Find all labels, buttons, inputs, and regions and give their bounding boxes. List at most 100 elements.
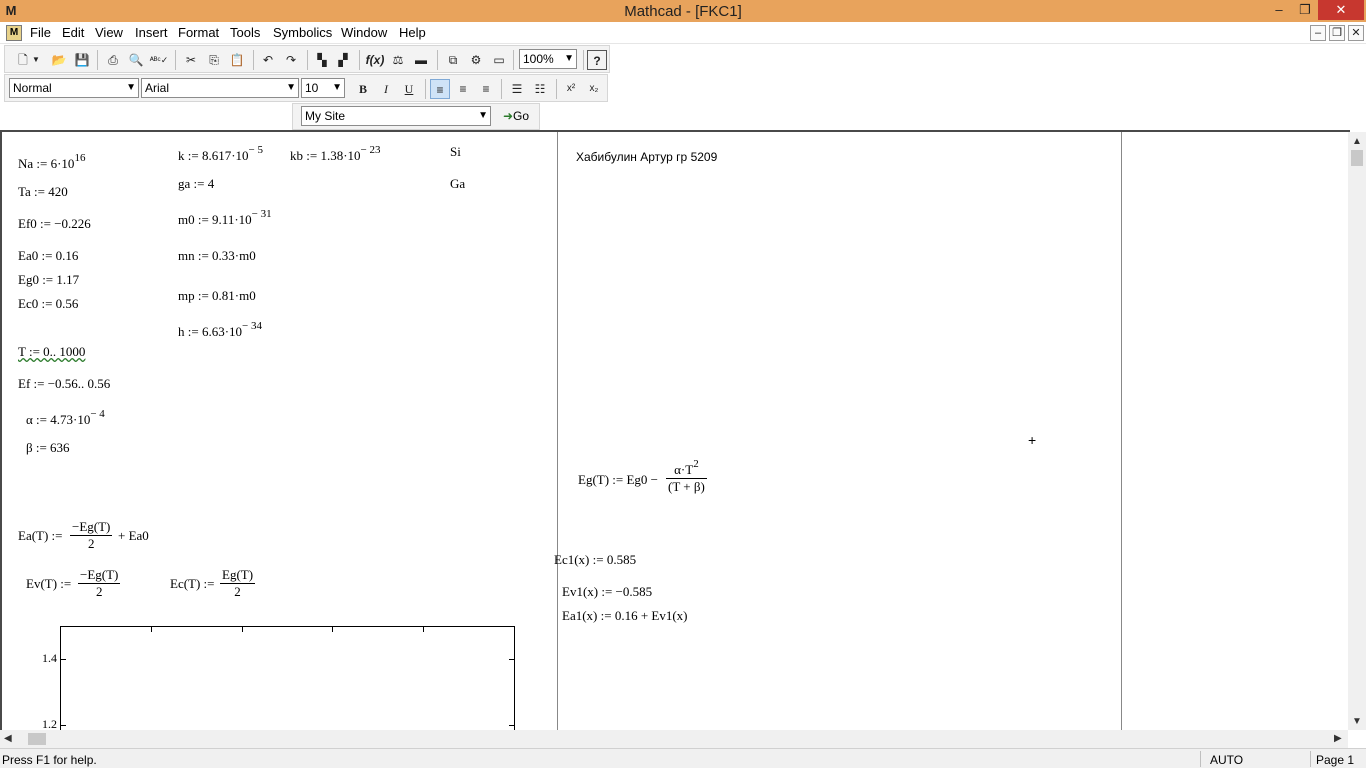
vertical-scroll-thumb[interactable] xyxy=(1351,150,1363,166)
math-ev-fraction[interactable]: −Eg(T) 2 xyxy=(78,567,121,600)
math-ea1[interactable]: Ea1(x) := 0.16 + Ev1(x) xyxy=(562,608,688,624)
menu-window[interactable]: Window xyxy=(341,25,387,40)
paste-icon[interactable]: 📋 xyxy=(227,50,247,70)
align-down-icon[interactable]: ▞ xyxy=(333,50,353,70)
minimize-button[interactable]: – xyxy=(1266,0,1292,20)
math-ec0[interactable]: Ec0 := 0.56 xyxy=(18,296,78,312)
doc-close-button[interactable]: ✕ xyxy=(1348,25,1364,41)
math-m0[interactable]: m0 := 9.11·10− 31 xyxy=(178,208,272,228)
text-si[interactable]: Si xyxy=(450,144,461,160)
math-ea-lhs[interactable]: Ea(T) := xyxy=(18,528,63,544)
doc-restore-button[interactable]: ❐ xyxy=(1329,25,1345,41)
math-ta[interactable]: Ta := 420 xyxy=(18,184,68,200)
cut-icon[interactable]: ✂ xyxy=(181,50,201,70)
copy-icon[interactable]: ⎘ xyxy=(204,50,224,70)
open-folder-icon[interactable]: 📂 xyxy=(49,50,69,70)
underline-button[interactable]: U xyxy=(399,79,419,99)
menu-format[interactable]: Format xyxy=(178,25,219,40)
bullets-icon[interactable]: ☰ xyxy=(507,79,527,99)
go-button[interactable]: ➜Go xyxy=(499,106,533,126)
math-ev1[interactable]: Ev1(x) := −0.585 xyxy=(562,584,652,600)
font-select[interactable]: Arial ▼ xyxy=(141,78,299,98)
math-k[interactable]: k := 8.617·10− 5 xyxy=(178,144,263,164)
resource-center-icon[interactable]: ⚙ xyxy=(466,50,486,70)
new-dropdown-icon[interactable]: ▼ xyxy=(31,50,41,70)
menu-tools[interactable]: Tools xyxy=(230,25,260,40)
math-eg-num-text: α·T xyxy=(674,462,694,477)
horizontal-scroll-thumb[interactable] xyxy=(28,733,46,745)
menu-insert[interactable]: Insert xyxy=(135,25,168,40)
math-t-range[interactable]: T := 0.. 1000 xyxy=(18,344,85,360)
worksheet[interactable]: Na := 6·1016 Ta := 420 Ef0 := −0.226 Ea0… xyxy=(0,130,1350,730)
math-ef-range[interactable]: Ef := −0.56.. 0.56 xyxy=(18,376,110,392)
math-mp[interactable]: mp := 0.81·m0 xyxy=(178,288,256,304)
close-button[interactable]: ✕ xyxy=(1318,0,1364,20)
new-document-icon[interactable]: 🗋 xyxy=(13,50,33,70)
font-size-select[interactable]: 10 ▼ xyxy=(301,78,345,98)
math-eg0[interactable]: Eg0 := 1.17 xyxy=(18,272,79,288)
x-tick xyxy=(423,627,424,632)
horizontal-scrollbar[interactable]: ◀ ▶ xyxy=(0,730,1348,748)
bold-button[interactable]: B xyxy=(353,79,373,99)
math-ec1[interactable]: Ec1(x) := 0.585 xyxy=(554,552,636,568)
xy-plot[interactable] xyxy=(60,626,515,730)
align-across-icon[interactable]: ▚ xyxy=(312,50,332,70)
math-mn[interactable]: mn := 0.33·m0 xyxy=(178,248,256,264)
insert-function-icon[interactable]: f(x) xyxy=(365,50,385,70)
scroll-down-icon[interactable]: ▼ xyxy=(1352,716,1362,727)
component-icon[interactable]: ⧉ xyxy=(443,50,463,70)
vertical-scrollbar[interactable]: ▲ ▼ xyxy=(1348,132,1366,730)
author-text[interactable]: Хабибулин Артур гр 5209 xyxy=(576,150,717,164)
x-tick xyxy=(151,627,152,632)
math-na[interactable]: Na := 6·1016 xyxy=(18,152,85,172)
help-icon[interactable]: ? xyxy=(587,50,607,70)
restore-button[interactable]: ❐ xyxy=(1292,0,1318,20)
math-ea-tail[interactable]: + Ea0 xyxy=(118,528,149,544)
subscript-button[interactable]: x₂ xyxy=(584,79,604,99)
menu-view[interactable]: View xyxy=(95,25,123,40)
align-left-icon[interactable]: ≡ xyxy=(430,79,450,99)
document-icon[interactable]: M xyxy=(6,25,22,41)
site-select[interactable]: My Site ▼ xyxy=(301,106,491,126)
scroll-up-icon[interactable]: ▲ xyxy=(1352,136,1362,147)
math-ef0[interactable]: Ef0 := −0.226 xyxy=(18,216,91,232)
align-right-icon[interactable]: ≡ xyxy=(476,79,496,99)
style-select[interactable]: Normal ▼ xyxy=(9,78,139,98)
toolbar-separator xyxy=(556,79,557,99)
math-eg-lhs[interactable]: Eg(T) := Eg0 − xyxy=(578,472,658,488)
menu-symbolics[interactable]: Symbolics xyxy=(273,25,332,40)
math-ea0[interactable]: Ea0 := 0.16 xyxy=(18,248,78,264)
math-kb[interactable]: kb := 1.38·10− 23 xyxy=(290,144,381,164)
italic-button[interactable]: I xyxy=(376,79,396,99)
menu-help[interactable]: Help xyxy=(399,25,426,40)
print-icon[interactable]: ⎙ xyxy=(103,50,123,70)
window-icon[interactable]: ▭ xyxy=(489,50,509,70)
math-ev-lhs[interactable]: Ev(T) := xyxy=(26,576,71,592)
math-ea-fraction[interactable]: −Eg(T) 2 xyxy=(70,519,113,552)
math-beta[interactable]: β := 636 xyxy=(26,440,70,456)
text-ga[interactable]: Ga xyxy=(450,176,465,192)
spellcheck-icon[interactable]: ᴬᴮᶜ✓ xyxy=(149,50,169,70)
scroll-right-icon[interactable]: ▶ xyxy=(1334,733,1342,744)
math-ga[interactable]: ga := 4 xyxy=(178,176,214,192)
scroll-left-icon[interactable]: ◀ xyxy=(4,733,12,744)
doc-minimize-button[interactable]: – xyxy=(1310,25,1326,41)
superscript-button[interactable]: x² xyxy=(561,79,581,99)
print-preview-icon[interactable]: 🔍 xyxy=(126,50,146,70)
undo-icon[interactable]: ↶ xyxy=(258,50,278,70)
math-ec-fraction[interactable]: Eg(T) 2 xyxy=(220,567,256,600)
zoom-select[interactable]: 100% ▼ xyxy=(519,49,577,69)
numbering-icon[interactable]: ☷ xyxy=(530,79,550,99)
calculate-icon[interactable]: ▬ xyxy=(411,50,431,70)
save-icon[interactable]: 💾 xyxy=(72,50,92,70)
math-eg-fraction[interactable]: α·T2 (T + β) xyxy=(666,458,707,495)
redo-icon[interactable]: ↷ xyxy=(281,50,301,70)
insert-unit-icon[interactable]: ⚖ xyxy=(388,50,408,70)
menu-file[interactable]: File xyxy=(30,25,51,40)
math-h[interactable]: h := 6.63·10− 34 xyxy=(178,320,262,340)
align-center-icon[interactable]: ≡ xyxy=(453,79,473,99)
menu-edit[interactable]: Edit xyxy=(62,25,84,40)
math-ec-denominator: 2 xyxy=(234,584,241,599)
math-alpha[interactable]: α := 4.73·10− 4 xyxy=(26,408,105,428)
math-ec-lhs[interactable]: Ec(T) := xyxy=(170,576,215,592)
